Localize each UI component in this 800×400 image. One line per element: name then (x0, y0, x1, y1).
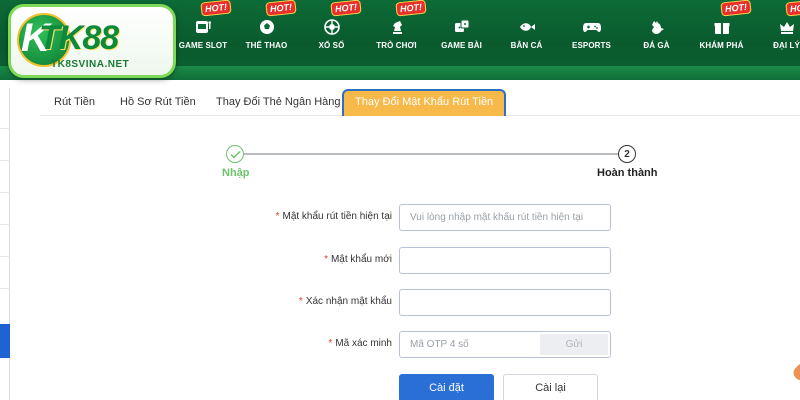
step-1-circle (226, 145, 244, 163)
nav-label: XỔ SỐ (318, 41, 345, 50)
new-password-input[interactable] (399, 247, 611, 274)
nav-label: ESPORTS (572, 41, 611, 50)
nav-label: GAME SLOT (178, 41, 228, 50)
label-text: Mật khẩu mới (330, 254, 392, 265)
label-text: Xác nhận mật khẩu (305, 296, 392, 307)
required-mark: * (328, 338, 333, 349)
nav-item-tro-choi[interactable]: HOT! TRÒ CHƠI (364, 0, 429, 62)
hot-badge: HOT! (331, 0, 361, 16)
confirm-password-label: * Xác nhận mật khẩu (299, 296, 392, 307)
fish-icon (517, 17, 537, 37)
gift-icon (712, 17, 732, 37)
hot-badge: HOT! (201, 0, 231, 16)
sidebar-divider (0, 256, 10, 257)
tab-thay-doi-the-ngan-hang[interactable]: Thay Đổi Thẻ Ngân Hàng (216, 92, 341, 116)
nav-item-game-bai[interactable]: GAME BÀI (429, 0, 494, 62)
nav-label: GAME BÀI (441, 41, 482, 50)
otp-input[interactable] (400, 332, 540, 357)
current-password-input[interactable] (399, 204, 611, 231)
submit-button[interactable]: Cài đặt (399, 374, 494, 400)
current-password-label: * Mật khẩu rút tiền hiện tại (276, 211, 392, 222)
step-progress-line (244, 153, 620, 155)
sidebar-divider (0, 192, 10, 193)
nav-label: THỂ THAO (245, 41, 288, 50)
nav-item-xo-so[interactable]: HOT! XỔ SỐ (299, 0, 364, 62)
confirm-password-input[interactable] (399, 289, 611, 316)
sidebar-divider (0, 128, 10, 129)
otp-field-group: Gửi (399, 331, 611, 358)
logo-domain: TK8SVINA.NET (51, 59, 130, 70)
gamepad-icon (582, 17, 602, 37)
brand-logo[interactable]: K TK88 TK8SVINA.NET (8, 4, 176, 78)
hot-badge: HOT! (396, 0, 426, 16)
sidebar-divider (0, 288, 10, 289)
nav-item-esports[interactable]: ESPORTS (559, 0, 624, 62)
lottery-ball-icon (322, 17, 342, 37)
sidebar-divider (0, 160, 10, 161)
reset-button[interactable]: Cài lại (503, 374, 598, 400)
nav-label: ĐẠI LÝ (773, 41, 800, 50)
nav-label: TRÒ CHƠI (376, 41, 417, 50)
nav-item-the-thao[interactable]: HOT! THỂ THAO (234, 0, 299, 62)
check-icon (229, 150, 241, 159)
tab-thay-doi-mat-khau-rut-tien[interactable]: Thay Đổi Mật Khẩu Rút Tiền (342, 89, 507, 116)
main-nav: HOT! GAME SLOT HOT! THỂ THAO HOT! XỔ SỐ … (172, 0, 800, 62)
sidebar-item-active[interactable] (0, 324, 10, 358)
send-otp-button[interactable]: Gửi (540, 334, 608, 355)
step-1-label: Nhập (222, 167, 250, 179)
label-text: Mật khẩu rút tiền hiện tại (282, 211, 392, 222)
required-mark: * (298, 296, 303, 307)
agent-crown-icon (777, 17, 797, 37)
required-mark: * (275, 211, 280, 222)
soccer-ball-icon (257, 17, 277, 37)
sidebar-divider (0, 224, 10, 225)
logo-wordmark: TK88 (39, 19, 119, 57)
account-tabs: Rút Tiền Hồ Sơ Rút Tiền Thay Đổi Thẻ Ngâ… (40, 88, 800, 116)
chess-knight-icon (387, 17, 407, 37)
nav-item-kham-pha[interactable]: HOT! KHÁM PHÁ (689, 0, 754, 62)
decorative-flame-icon (793, 364, 800, 380)
otp-label: * Mã xác minh (328, 338, 392, 349)
hot-badge: HOT! (721, 0, 751, 16)
tab-ho-so-rut-tien[interactable]: Hồ Sơ Rút Tiền (120, 92, 196, 116)
step-2-label: Hoàn thành (597, 167, 658, 179)
nav-item-da-ga[interactable]: ĐÁ GÀ (624, 0, 689, 62)
nav-label: KHÁM PHÁ (699, 41, 744, 50)
hot-badge: HOT! (786, 0, 800, 16)
nav-item-dai-ly[interactable]: HOT! ĐẠI LÝ (754, 0, 800, 62)
dice-icon (452, 17, 472, 37)
required-mark: * (324, 254, 328, 265)
slot-machine-icon (193, 17, 213, 37)
label-text: Mã xác minh (335, 338, 392, 349)
step-2-circle: 2 (618, 145, 636, 163)
nav-label: ĐÁ GÀ (643, 41, 670, 50)
new-password-label: * Mật khẩu mới (324, 254, 392, 265)
nav-item-game-slot[interactable]: HOT! GAME SLOT (172, 0, 234, 62)
left-sidebar-strip (0, 88, 10, 400)
nav-label: BẮN CÁ (510, 41, 543, 50)
rooster-icon (647, 17, 667, 37)
nav-item-ban-ca[interactable]: BẮN CÁ (494, 0, 559, 62)
hot-badge: HOT! (266, 0, 296, 16)
tab-rut-tien[interactable]: Rút Tiền (54, 92, 95, 116)
